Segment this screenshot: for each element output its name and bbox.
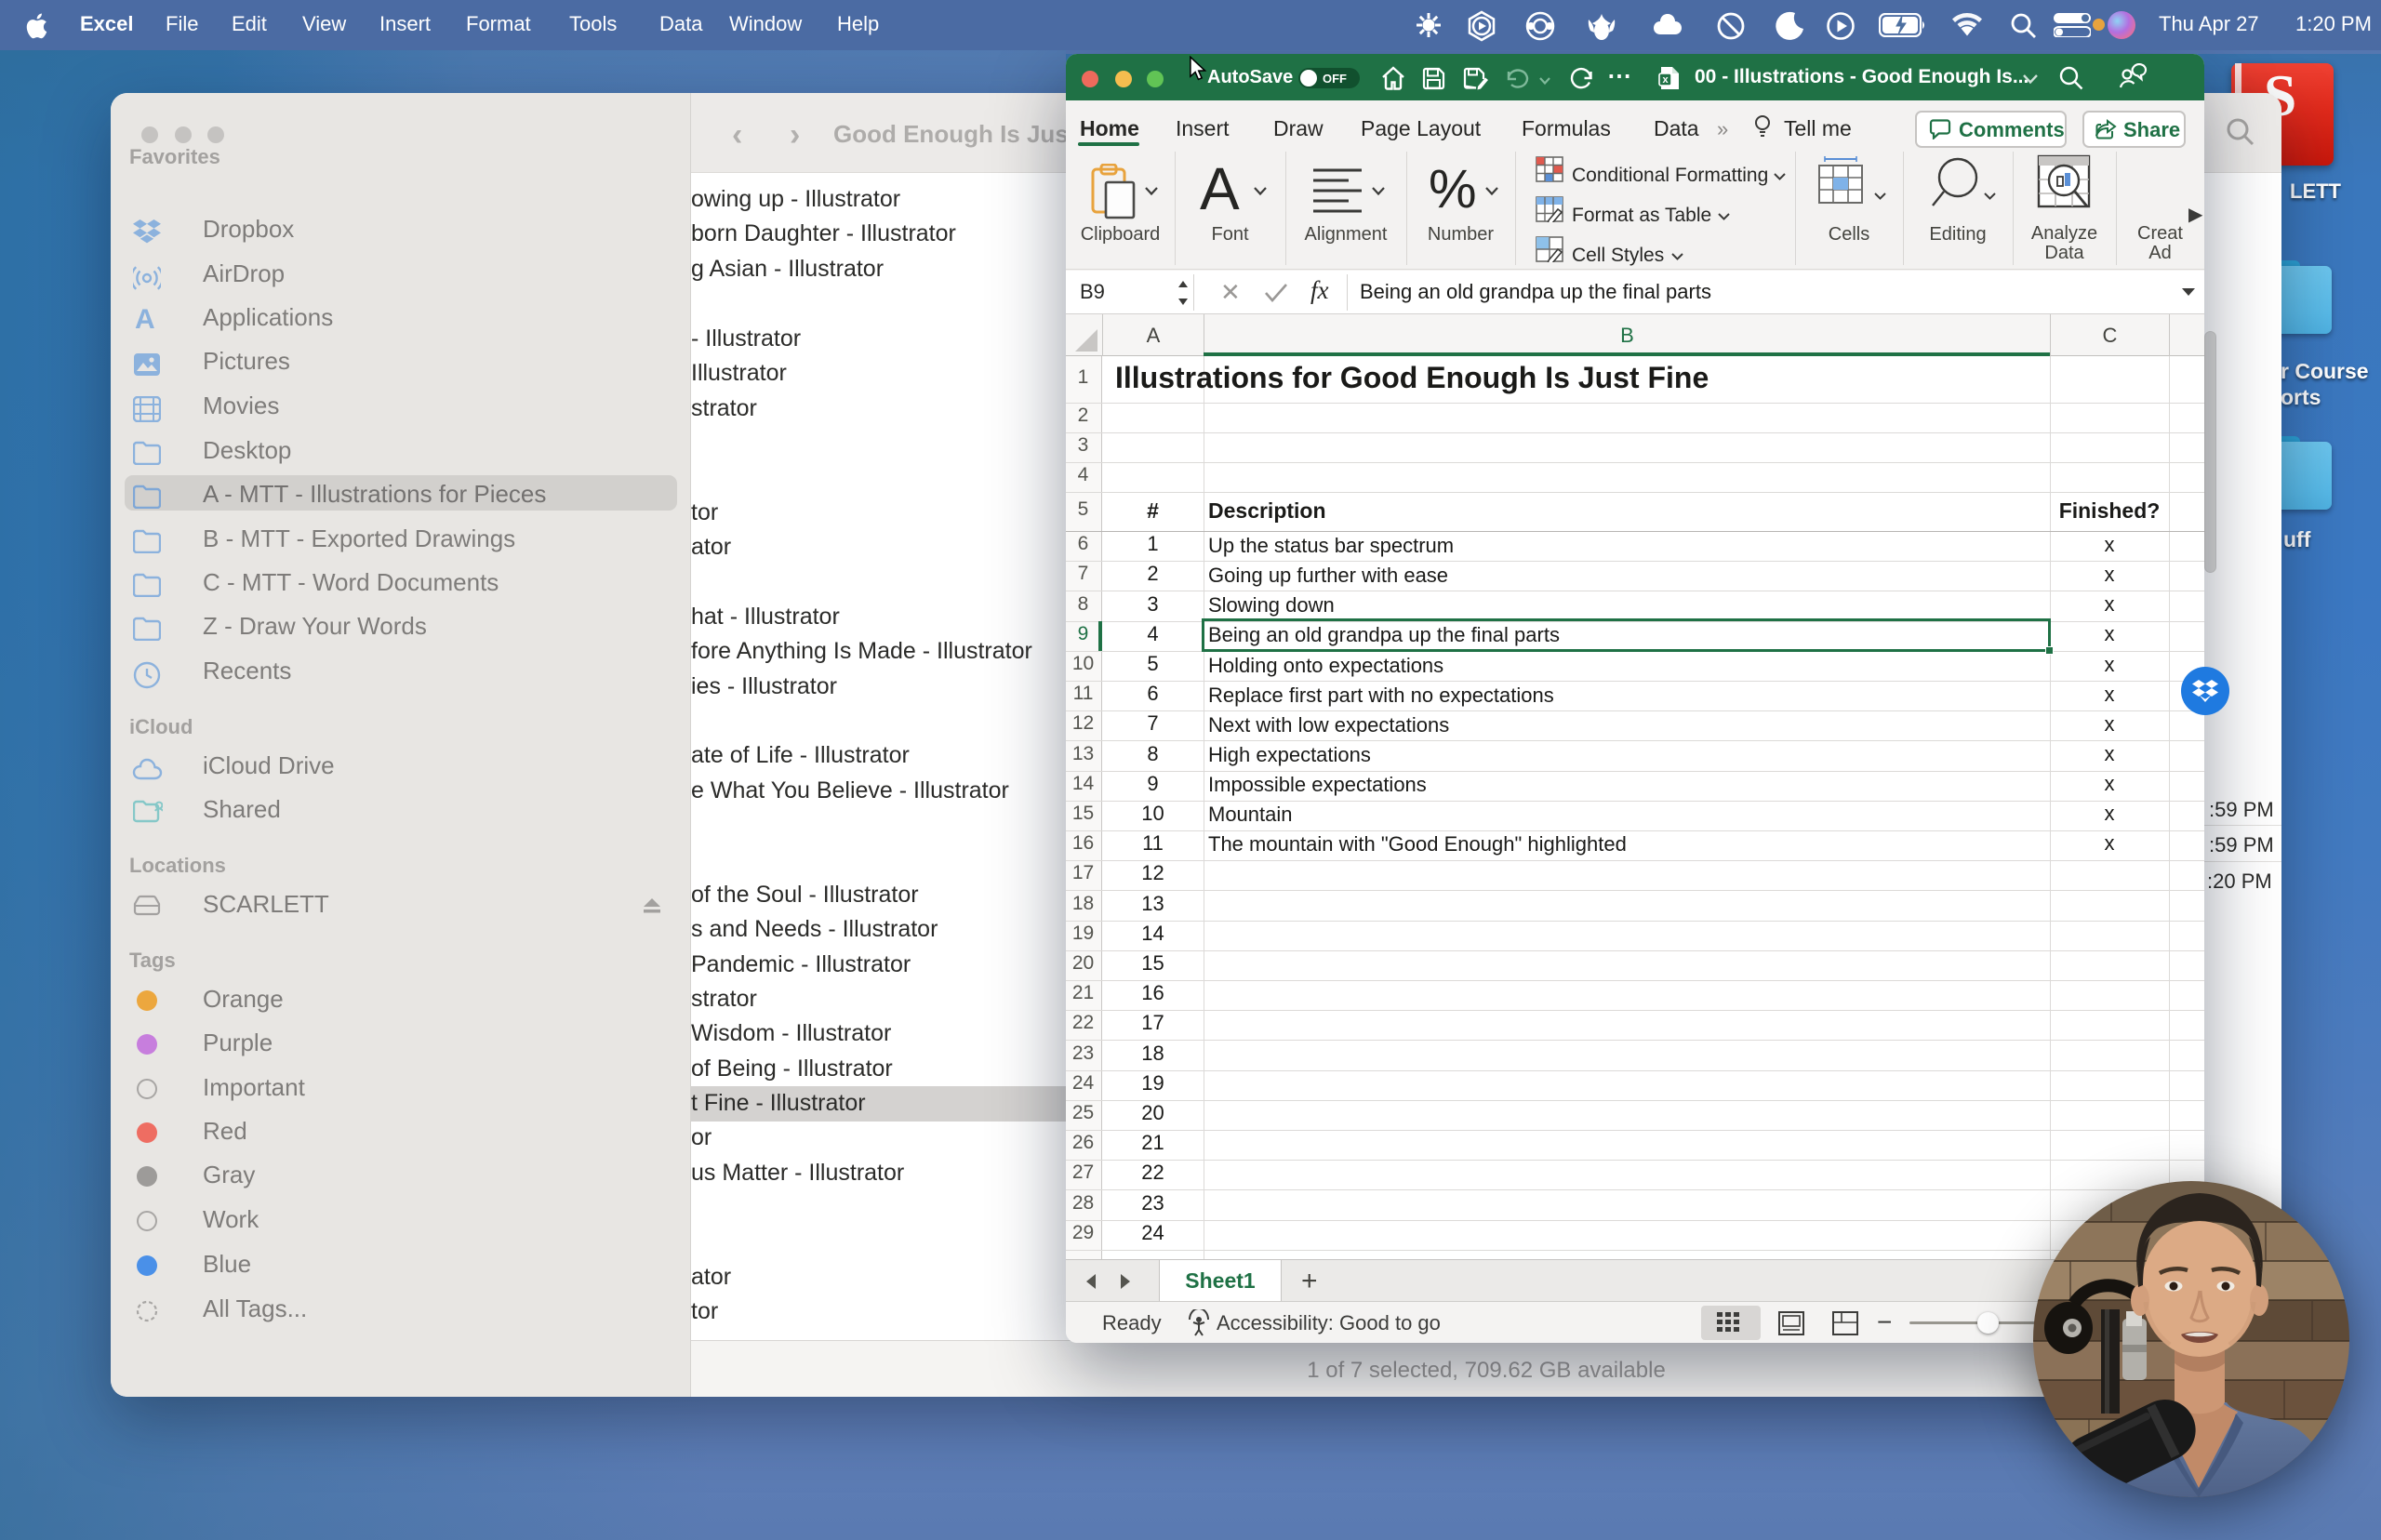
svg-text:x: x [1662, 74, 1669, 86]
